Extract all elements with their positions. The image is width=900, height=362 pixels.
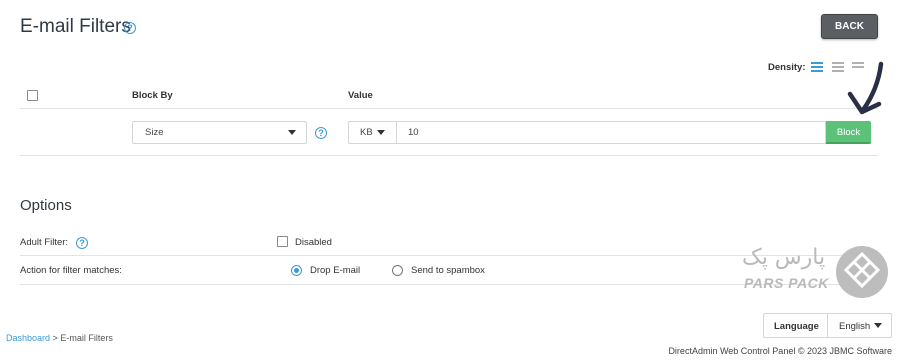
- breadcrumb: Dashboard > E-mail Filters: [6, 333, 113, 343]
- adult-filter-checkbox[interactable]: [277, 236, 288, 247]
- help-icon[interactable]: ?: [124, 22, 136, 34]
- block-by-selected: Size: [145, 127, 164, 138]
- unit-select[interactable]: KB: [348, 121, 396, 144]
- help-icon[interactable]: ?: [315, 127, 327, 139]
- footer-copyright: DirectAdmin Web Control Panel © 2023 JBM…: [668, 346, 892, 356]
- language-divider: [827, 314, 828, 337]
- logo-diamond-icon: [836, 246, 888, 298]
- language-label: Language: [774, 321, 819, 332]
- back-button[interactable]: BACK: [821, 14, 878, 39]
- language-selected: English: [839, 321, 871, 332]
- header-divider: [20, 108, 878, 109]
- column-header-block-by: Block By: [132, 90, 173, 101]
- drop-email-radio[interactable]: [291, 265, 302, 276]
- send-to-spambox-label[interactable]: Send to spambox: [411, 265, 485, 276]
- arrow-down-icon: [847, 61, 884, 115]
- density-label: Density:: [768, 62, 806, 73]
- breadcrumb-current: E-mail Filters: [60, 333, 113, 343]
- send-to-spambox-radio[interactable]: [392, 265, 403, 276]
- page-title: E-mail Filters: [20, 16, 131, 37]
- density-normal-icon[interactable]: [832, 62, 844, 73]
- row-divider: [20, 155, 878, 156]
- density-compact-icon[interactable]: [811, 62, 823, 73]
- chevron-down-icon: [288, 130, 296, 135]
- value-input[interactable]: 10: [396, 121, 826, 144]
- adult-filter-label: Adult Filter:: [20, 237, 69, 248]
- block-by-select[interactable]: Size: [132, 121, 307, 144]
- chevron-down-icon: [874, 323, 882, 328]
- breadcrumb-separator: >: [52, 333, 58, 343]
- drop-email-label[interactable]: Drop E-mail: [310, 265, 360, 276]
- help-icon[interactable]: ?: [76, 237, 88, 249]
- column-header-value: Value: [348, 90, 373, 101]
- language-selector[interactable]: Language English: [763, 313, 892, 338]
- select-all-checkbox[interactable]: [27, 90, 38, 101]
- unit-selected: KB: [360, 127, 373, 138]
- chevron-down-icon: [377, 130, 385, 135]
- logo-english-text: PARS PACK: [744, 275, 829, 291]
- pars-pack-logo: پارس پک PARS PACK: [742, 245, 892, 300]
- options-heading: Options: [20, 197, 72, 214]
- action-label: Action for filter matches:: [20, 265, 122, 276]
- breadcrumb-dashboard-link[interactable]: Dashboard: [6, 333, 50, 343]
- adult-filter-option-label[interactable]: Disabled: [295, 237, 332, 248]
- block-button[interactable]: Block: [826, 121, 871, 144]
- logo-persian-text: پارس پک: [742, 245, 826, 270]
